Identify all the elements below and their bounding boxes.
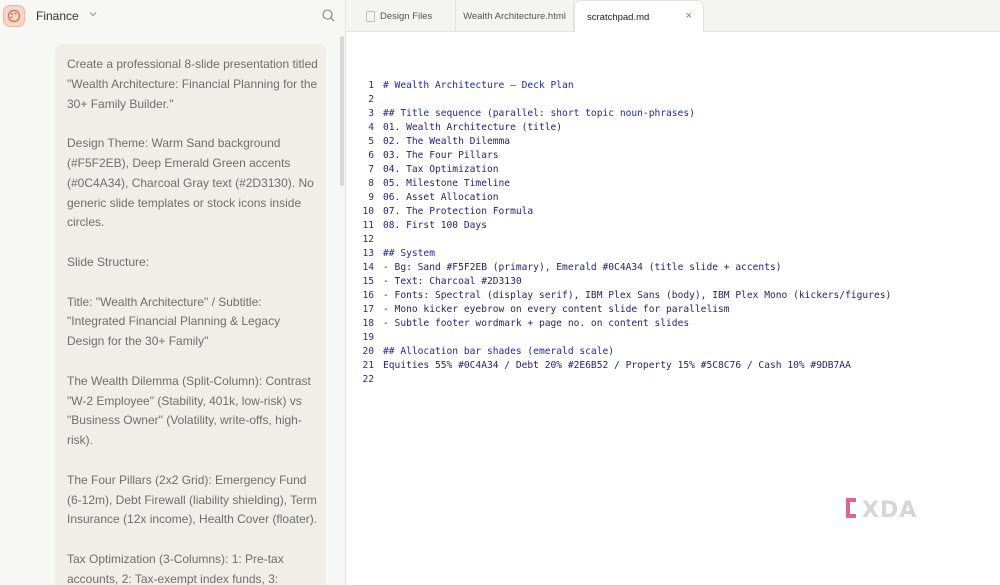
code-line[interactable]: 10 07. The Protection Formula	[346, 205, 996, 219]
line-number: 4	[368, 122, 374, 133]
project-header: Finance	[0, 0, 345, 32]
code-line[interactable]: 18 - Subtle footer wordmark + page no. on…	[346, 317, 996, 331]
line-number: 2	[368, 94, 374, 105]
tab-wealth-architecture-html[interactable]: Wealth Architecture.html	[456, 0, 574, 32]
tab-label: scratchpad.md	[587, 11, 650, 23]
search-icon[interactable]	[321, 8, 336, 23]
code-line[interactable]: 11 08. First 100 Days	[346, 219, 996, 233]
line-number: 8	[368, 178, 374, 189]
line-number: 12	[362, 234, 374, 245]
line-text: # Wealth Architecture — Deck Plan	[383, 80, 574, 91]
line-number: 14	[362, 262, 374, 273]
code-line[interactable]: 6 03. The Four Pillars	[346, 149, 996, 163]
line-text: 05. Milestone Timeline	[383, 178, 511, 189]
line-number: 21	[362, 360, 374, 371]
line-text: - Subtle footer wordmark + page no. on c…	[383, 318, 690, 329]
chat-panel: Finance Create a professional 8-slide pr…	[0, 0, 346, 585]
line-number: 17	[362, 304, 374, 315]
tab-scratchpad-md[interactable]: scratchpad.md ×	[574, 0, 704, 33]
code-line[interactable]: 13 ## System	[346, 247, 996, 261]
line-text: ## System	[383, 248, 435, 259]
line-text: 01. Wealth Architecture (title)	[383, 122, 563, 133]
line-number: 15	[362, 276, 374, 287]
tab-bar: Design Files Wealth Architecture.html sc…	[346, 0, 1000, 33]
line-number: 13	[362, 248, 374, 259]
code-line[interactable]: 4 01. Wealth Architecture (title)	[346, 121, 996, 135]
code-line[interactable]: 16 - Fonts: Spectral (display serif), IBM…	[346, 289, 996, 303]
tab-label: Wealth Architecture.html	[463, 10, 566, 22]
line-text: 02. The Wealth Dilemma	[383, 136, 511, 147]
line-number: 19	[362, 332, 374, 343]
line-text: - Fonts: Spectral (display serif), IBM P…	[383, 290, 892, 301]
line-number: 6	[368, 150, 374, 161]
tab-design-files[interactable]: Design Files	[360, 0, 456, 32]
line-number: 18	[362, 318, 374, 329]
code-line[interactable]: 15 - Text: Charcoal #2D3130	[346, 275, 996, 289]
watermark-text: XDA	[862, 498, 917, 523]
line-text: 03. The Four Pillars	[383, 150, 499, 161]
close-icon[interactable]: ×	[686, 10, 692, 22]
line-number: 7	[368, 164, 374, 175]
user-prompt-message: Create a professional 8-slide presentati…	[55, 44, 326, 585]
line-text: 06. Asset Allocation	[383, 192, 499, 203]
line-number: 11	[362, 220, 374, 231]
code-line[interactable]: 22	[346, 373, 996, 387]
code-line[interactable]: 14 - Bg: Sand #F5F2EB (primary), Emerald …	[346, 261, 996, 275]
code-line[interactable]: 17 - Mono kicker eyebrow on every content…	[346, 303, 996, 317]
code-line[interactable]: 7 04. Tax Optimization	[346, 163, 996, 177]
code-line[interactable]: 9 06. Asset Allocation	[346, 191, 996, 205]
line-text: - Mono kicker eyebrow on every content s…	[383, 304, 730, 315]
line-number: 1	[368, 80, 374, 91]
line-number: 5	[368, 136, 374, 147]
code-line[interactable]: 20 ## Allocation bar shades (emerald scal…	[346, 345, 996, 359]
line-text: - Bg: Sand #F5F2EB (primary), Emerald #0…	[383, 262, 782, 273]
tab-label: Design Files	[380, 10, 433, 22]
line-text: 04. Tax Optimization	[383, 164, 499, 175]
line-text: ## Allocation bar shades (emerald scale)	[383, 346, 615, 357]
line-text: 08. First 100 Days	[383, 220, 487, 231]
chevron-down-icon[interactable]	[88, 9, 98, 19]
line-text: Equities 55% #0C4A34 / Debt 20% #2E6B52 …	[383, 360, 851, 371]
line-number: 9	[368, 192, 374, 203]
chat-scrollbar[interactable]	[340, 36, 344, 186]
line-text: - Text: Charcoal #2D3130	[383, 276, 522, 287]
code-line[interactable]: 21 Equities 55% #0C4A34 / Debt 20% #2E6B5…	[346, 359, 996, 373]
line-number: 22	[362, 374, 374, 385]
project-name[interactable]: Finance	[36, 9, 79, 23]
file-icon	[366, 10, 375, 22]
line-number: 10	[362, 206, 374, 217]
code-line[interactable]: 12	[346, 233, 996, 247]
xda-watermark-logo: XDA	[846, 498, 917, 523]
palette-icon[interactable]	[3, 5, 25, 27]
code-line[interactable]: 2	[346, 93, 996, 107]
line-text: ## Title sequence (parallel: short topic…	[383, 108, 695, 119]
code-line[interactable]: 3 ## Title sequence (parallel: short topi…	[346, 107, 996, 121]
code-line[interactable]: 19	[346, 331, 996, 345]
code-line[interactable]: 5 02. The Wealth Dilemma	[346, 135, 996, 149]
line-text: 07. The Protection Formula	[383, 206, 534, 217]
line-number: 16	[362, 290, 374, 301]
code-line[interactable]: 8 05. Milestone Timeline	[346, 177, 996, 191]
line-number: 20	[362, 346, 374, 357]
line-number: 3	[368, 108, 374, 119]
prompt-text: Create a professional 8-slide presentati…	[67, 57, 318, 585]
code-line[interactable]: 1 # Wealth Architecture — Deck Plan	[346, 79, 996, 93]
